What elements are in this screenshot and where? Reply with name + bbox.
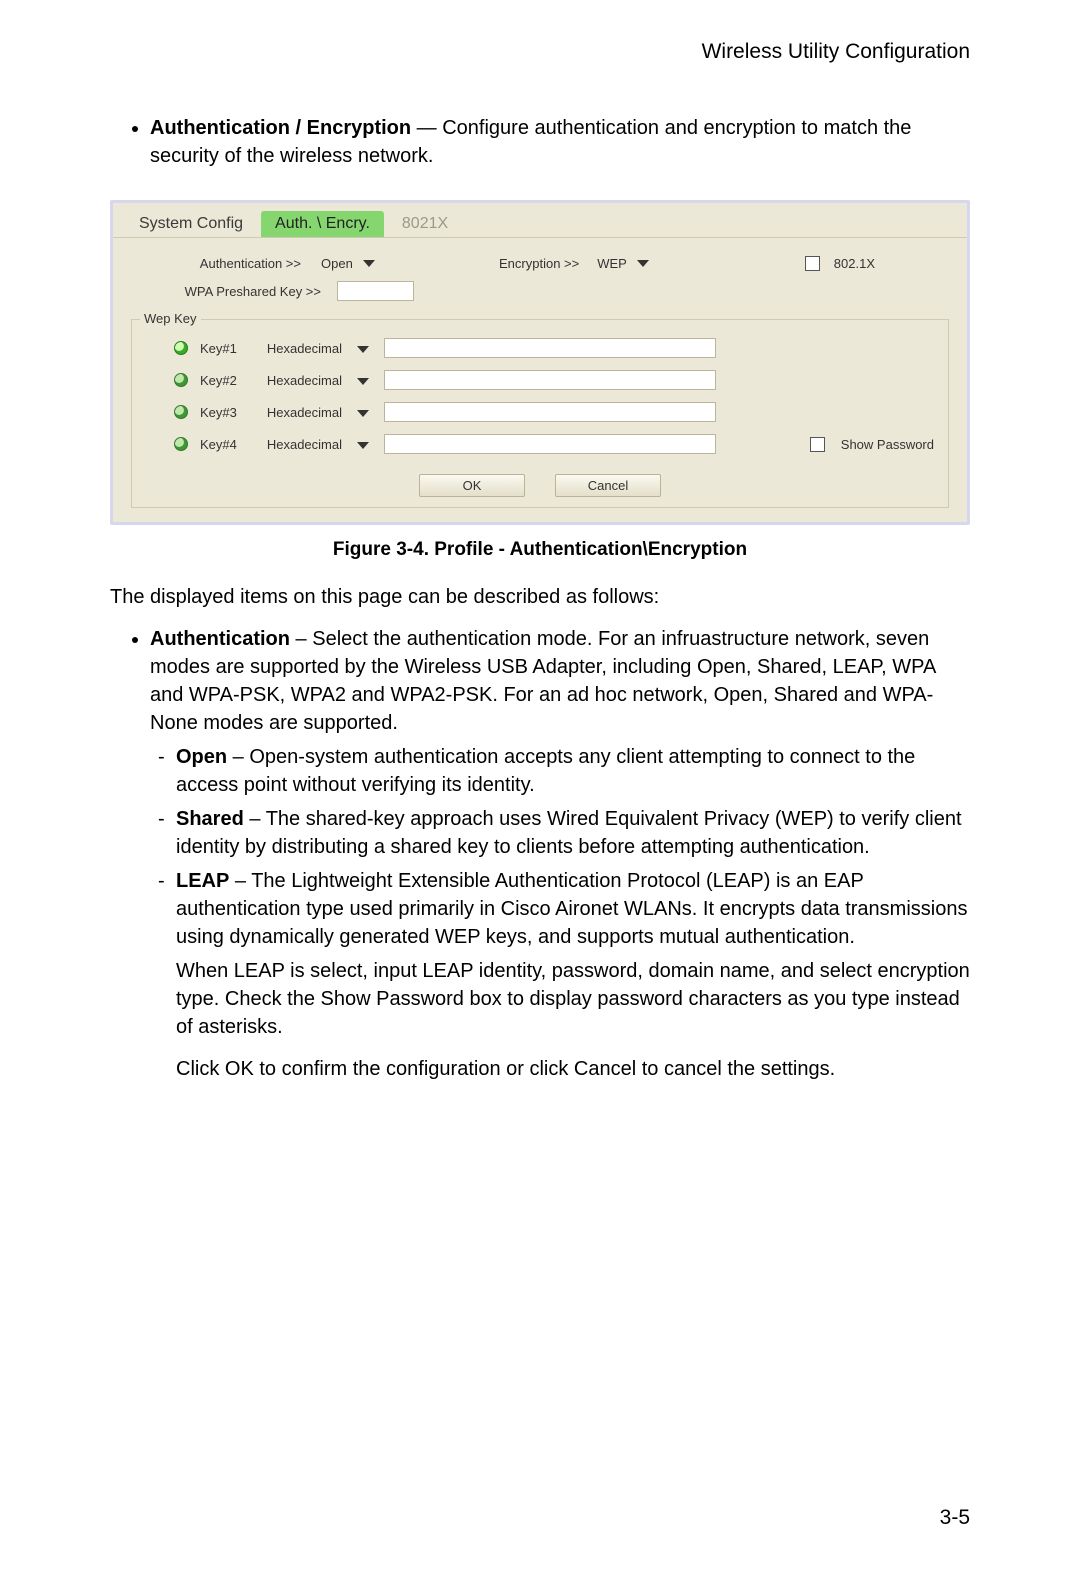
chevron-down-icon: [357, 378, 369, 385]
wep-key2-dropdown[interactable]: [354, 373, 372, 388]
wep-radio-2[interactable]: [174, 373, 188, 387]
auth-dropdown[interactable]: Open: [317, 254, 415, 273]
chevron-down-icon: [357, 442, 369, 449]
auth-bold: Authentication: [150, 628, 290, 650]
wep-radio-1[interactable]: [174, 341, 188, 355]
profile-auth-screenshot: System Config Auth. \ Encry. 8021X Authe…: [110, 200, 970, 525]
wep-key3-input[interactable]: [384, 402, 716, 422]
psk-label: WPA Preshared Key >>: [131, 284, 327, 299]
auth-item: Authentication – Select the authenticati…: [150, 625, 970, 1083]
chevron-down-icon: [357, 410, 369, 417]
wep-row-3: Key#3 Hexadecimal: [142, 396, 938, 428]
wep-key2-input[interactable]: [384, 370, 716, 390]
page-number: 3-5: [940, 1506, 970, 1530]
ok-button[interactable]: OK: [419, 474, 525, 497]
wep-key1-fmt: Hexadecimal: [262, 341, 342, 356]
leap-rest: – The Lightweight Extensible Authenticat…: [176, 870, 967, 948]
wep-legend: Wep Key: [140, 311, 201, 326]
chevron-down-icon: [637, 260, 649, 267]
dot1x-checkbox[interactable]: [805, 256, 820, 271]
wep-row-2: Key#2 Hexadecimal: [142, 364, 938, 396]
wep-key4-label: Key#4: [200, 437, 250, 452]
psk-input[interactable]: [337, 281, 414, 301]
chevron-down-icon: [357, 346, 369, 353]
show-password-label: Show Password: [837, 437, 938, 452]
tab-8021x: 8021X: [388, 211, 462, 237]
wep-row-4: Key#4 Hexadecimal Show Password: [142, 428, 938, 460]
sub-leap: LEAP – The Lightweight Extensible Authen…: [176, 867, 970, 1083]
shared-rest: – The shared-key approach uses Wired Equ…: [176, 808, 962, 858]
page-header: Wireless Utility Configuration: [110, 40, 970, 64]
shared-bold: Shared: [176, 808, 244, 830]
leap-para2: When LEAP is select, input LEAP identity…: [176, 960, 970, 1038]
wep-key4-fmt: Hexadecimal: [262, 437, 342, 452]
open-bold: Open: [176, 746, 227, 768]
intro-bold: Authentication / Encryption: [150, 117, 411, 139]
dot1x-label: 802.1X: [830, 256, 879, 271]
wep-key1-input[interactable]: [384, 338, 716, 358]
auth-sublist: Open – Open-system authentication accept…: [150, 743, 970, 1083]
enc-dropdown[interactable]: WEP: [593, 254, 691, 273]
auth-label: Authentication >>: [131, 256, 307, 271]
description-list: Authentication – Select the authenticati…: [110, 625, 970, 1083]
wep-radio-4[interactable]: [174, 437, 188, 451]
wep-key4-dropdown[interactable]: [354, 437, 372, 452]
cancel-button[interactable]: Cancel: [555, 474, 661, 497]
wep-key3-fmt: Hexadecimal: [262, 405, 342, 420]
open-rest: – Open-system authentication accepts any…: [176, 746, 915, 796]
wep-key1-label: Key#1: [200, 341, 250, 356]
sub-shared: Shared – The shared-key approach uses Wi…: [176, 805, 970, 861]
intro-bullet-list: Authentication / Encryption — Configure …: [110, 114, 970, 170]
figure-caption: Figure 3-4. Profile - Authentication\Enc…: [110, 539, 970, 561]
tab-auth-encry[interactable]: Auth. \ Encry.: [261, 211, 384, 237]
wep-key-fieldset: Wep Key Key#1 Hexadecimal Key#2 Hexadeci…: [131, 319, 949, 508]
tab-strip: System Config Auth. \ Encry. 8021X: [113, 203, 967, 237]
enc-value: WEP: [597, 256, 627, 271]
enc-label: Encryption >>: [495, 256, 583, 271]
show-password-checkbox[interactable]: [810, 437, 825, 452]
tab-system-config[interactable]: System Config: [125, 211, 257, 237]
leap-para3: Click OK to confirm the configuration or…: [176, 1058, 835, 1080]
wep-key2-fmt: Hexadecimal: [262, 373, 342, 388]
wep-radio-3[interactable]: [174, 405, 188, 419]
leap-bold: LEAP: [176, 870, 229, 892]
wep-key3-label: Key#3: [200, 405, 250, 420]
wep-key4-input[interactable]: [384, 434, 716, 454]
auth-value: Open: [321, 256, 353, 271]
desc-intro: The displayed items on this page can be …: [110, 583, 970, 611]
auth-panel: Authentication >> Open Encryption >> WEP…: [113, 237, 967, 522]
wep-key3-dropdown[interactable]: [354, 405, 372, 420]
sub-open: Open – Open-system authentication accept…: [176, 743, 970, 799]
wep-key2-label: Key#2: [200, 373, 250, 388]
intro-bullet: Authentication / Encryption — Configure …: [150, 114, 970, 170]
chevron-down-icon: [363, 260, 375, 267]
wep-row-1: Key#1 Hexadecimal: [142, 332, 938, 364]
wep-key1-dropdown[interactable]: [354, 341, 372, 356]
